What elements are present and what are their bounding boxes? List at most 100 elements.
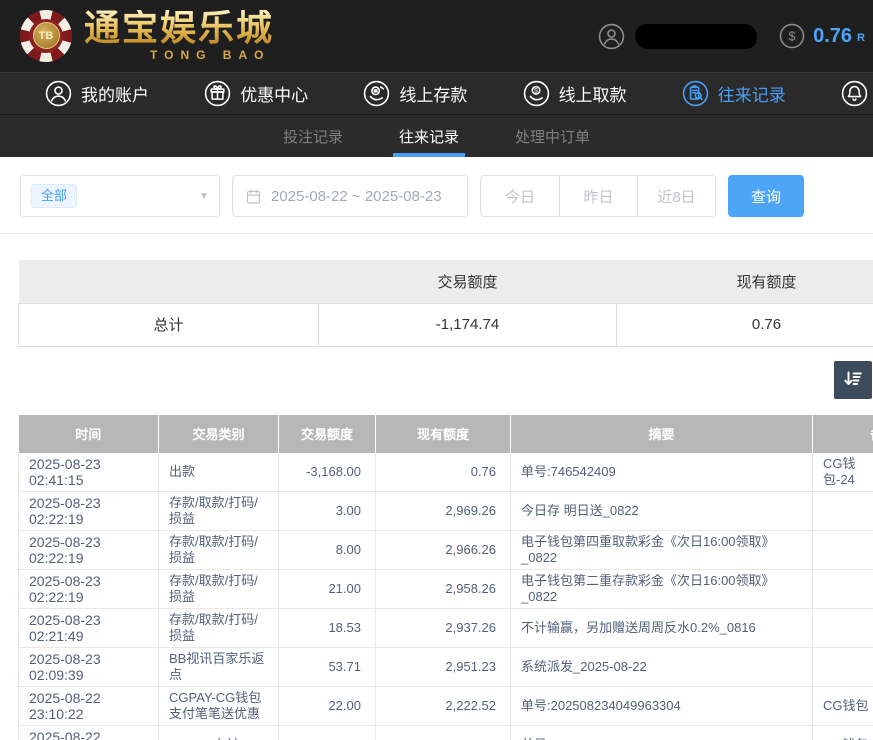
user-menu[interactable] — [598, 23, 757, 50]
nav-item-announcements[interactable]: 信息公告 — [841, 80, 873, 107]
cell-type: 出款 — [159, 453, 279, 492]
brand-logo: TB 通宝娱乐城 TONG BAO — [20, 10, 274, 63]
quick-range-group: 今日 昨日 近8日 — [480, 175, 716, 217]
cell-summary: 不计输赢，另加赠送周周反水0.2%_0816 — [511, 608, 813, 647]
poker-chip-icon: TB — [20, 10, 72, 62]
table-row: 2025-08-23 02:21:49 存款/取款/打码/损益 18.53 2,… — [19, 608, 873, 647]
table-toolbar — [0, 361, 872, 399]
svg-text:$: $ — [789, 30, 796, 44]
brand-title: 通宝娱乐城 — [84, 10, 274, 48]
header-note: 备注 — [813, 415, 873, 453]
cell-amount: 8.00 — [279, 530, 376, 569]
cell-summary: 电子钱包第四重取款彩金《次日16:00领取》_0822 — [511, 530, 813, 569]
date-range-input[interactable]: 2025-08-22 ~ 2025-08-23 — [232, 175, 468, 217]
nav-item-transactions[interactable]: 往来记录 — [682, 80, 786, 107]
balance-currency: R — [857, 28, 865, 44]
cell-type: 存款/取款/打码/损益 — [159, 608, 279, 647]
last-8-days-button[interactable]: 近8日 — [637, 176, 715, 216]
cell-type: 存款/取款/打码/损益 — [159, 569, 279, 608]
cell-summary: 单号:202508234049963304 — [511, 725, 813, 740]
chip-tb-text: TB — [33, 22, 60, 49]
cell-balance: 0.76 — [376, 453, 511, 492]
sort-descending-icon — [841, 368, 865, 392]
brand-subtitle: TONG BAO — [84, 48, 274, 62]
tab-betting-records[interactable]: 投注记录 — [277, 115, 349, 157]
nav-label: 我的账户 — [81, 81, 149, 106]
tab-transaction-records[interactable]: 往来记录 — [393, 115, 465, 157]
nav-label: 往来记录 — [718, 81, 786, 106]
transactions-table-wrap: 时间 交易类别 交易额度 现有额度 摘要 备注 2025-08-23 02:41… — [18, 415, 873, 740]
cell-note: CG钱包 — [813, 686, 873, 725]
nav-label: 优惠中心 — [240, 81, 308, 106]
cell-time: 2025-08-23 02:21:49 — [19, 608, 159, 647]
today-button[interactable]: 今日 — [481, 176, 559, 216]
table-row: 2025-08-22 23:10:22 CGPAY支付 2,200.00 2,2… — [19, 725, 873, 740]
table-row: 2025-08-23 02:41:15 出款 -3,168.00 0.76 单号… — [19, 453, 873, 492]
cell-amount: 21.00 — [279, 569, 376, 608]
cell-balance: 2,969.26 — [376, 491, 511, 530]
sort-button[interactable] — [834, 361, 872, 399]
selected-type-tag: 全部 — [31, 184, 77, 208]
cell-time: 2025-08-23 02:22:19 — [19, 569, 159, 608]
withdraw-icon: $ — [523, 80, 550, 107]
cell-time: 2025-08-23 02:41:15 — [19, 453, 159, 492]
cell-amount: 53.71 — [279, 647, 376, 686]
cell-type: CGPAY支付 — [159, 725, 279, 740]
cell-balance: 2,222.52 — [376, 686, 511, 725]
header-summary: 摘要 — [511, 415, 813, 453]
table-row: 2025-08-23 02:09:39 BB视讯百家乐返点 53.71 2,95… — [19, 647, 873, 686]
nav-item-withdraw[interactable]: $ 线上取款 — [523, 80, 627, 107]
header-time: 时间 — [19, 415, 159, 453]
filter-bar: 全部 ▼ 2025-08-22 ~ 2025-08-23 今日 昨日 近8日 查… — [0, 157, 873, 234]
yesterday-button[interactable]: 昨日 — [559, 176, 637, 216]
header-type: 交易类别 — [159, 415, 279, 453]
nav-item-my-account[interactable]: 我的账户 — [45, 80, 149, 107]
calendar-icon — [245, 188, 262, 205]
cell-note — [813, 491, 873, 530]
balance-display: $ 0.76 R — [779, 23, 865, 49]
table-body: 2025-08-23 02:41:15 出款 -3,168.00 0.76 单号… — [19, 453, 873, 740]
account-icon — [45, 80, 72, 107]
record-subtabs: 投注记录 往来记录 处理中订单 — [0, 114, 873, 157]
cell-type: 存款/取款/打码/损益 — [159, 491, 279, 530]
cell-time: 2025-08-22 23:10:22 — [19, 725, 159, 740]
cell-amount: 3.00 — [279, 491, 376, 530]
cell-note — [813, 530, 873, 569]
summary-header-empty — [19, 260, 319, 303]
cell-summary: 单号:746542409 — [511, 453, 813, 492]
cell-balance: 2,951.23 — [376, 647, 511, 686]
bell-icon — [841, 80, 868, 107]
cell-note: CG钱包-24 — [813, 453, 873, 492]
cell-type: BB视讯百家乐返点 — [159, 647, 279, 686]
cell-time: 2025-08-23 02:09:39 — [19, 647, 159, 686]
cell-note: CG钱包 — [813, 725, 873, 740]
deposit-icon — [363, 80, 390, 107]
header-balance: 现有额度 — [376, 415, 511, 453]
cell-amount: 22.00 — [279, 686, 376, 725]
promo-icon — [204, 80, 231, 107]
cell-time: 2025-08-23 02:22:19 — [19, 530, 159, 569]
user-icon — [598, 23, 625, 50]
cell-balance: 2,966.26 — [376, 530, 511, 569]
summary-header-balance: 现有额度 — [617, 260, 873, 303]
table-header-row: 时间 交易类别 交易额度 现有额度 摘要 备注 — [19, 415, 873, 453]
top-header: TB 通宝娱乐城 TONG BAO $ 0.76 R — [0, 0, 873, 72]
table-row: 2025-08-23 02:22:19 存款/取款/打码/损益 21.00 2,… — [19, 569, 873, 608]
cell-summary: 电子钱包第二重存款彩金《次日16:00领取》_0822 — [511, 569, 813, 608]
cell-amount: 2,200.00 — [279, 725, 376, 740]
cell-type: 存款/取款/打码/损益 — [159, 530, 279, 569]
nav-item-deposit[interactable]: 线上存款 — [363, 80, 467, 107]
tab-pending-orders[interactable]: 处理中订单 — [509, 115, 596, 157]
nav-item-promotions[interactable]: 优惠中心 — [204, 80, 308, 107]
cell-amount: 18.53 — [279, 608, 376, 647]
cell-amount: -3,168.00 — [279, 453, 376, 492]
cell-type: CGPAY-CG钱包支付笔笔送优惠 — [159, 686, 279, 725]
cell-note — [813, 608, 873, 647]
cell-time: 2025-08-23 02:22:19 — [19, 491, 159, 530]
nav-label: 线上取款 — [559, 81, 627, 106]
cell-summary: 系统派发_2025-08-22 — [511, 647, 813, 686]
search-button[interactable]: 查询 — [728, 175, 804, 217]
type-select[interactable]: 全部 ▼ — [20, 175, 220, 217]
cell-balance: 2,200.52 — [376, 725, 511, 740]
cell-balance: 2,937.26 — [376, 608, 511, 647]
